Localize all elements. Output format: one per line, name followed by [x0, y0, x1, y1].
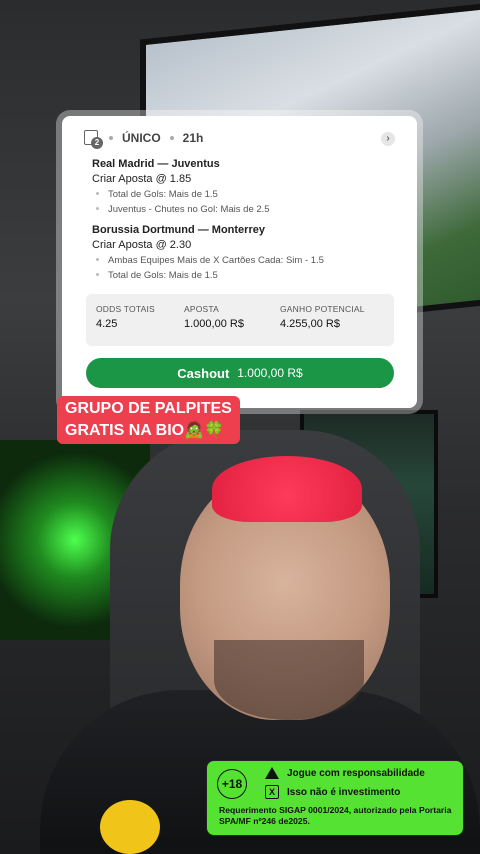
promo-banner: GRUPO DE PALPITES GRATIS NA BIO🧟🍀 — [57, 396, 240, 444]
cashout-label: Cashout — [177, 365, 230, 381]
match-title: Borussia Dortmund — Monterrey — [92, 224, 265, 236]
selection: Total de Gols: Mais de 1.5 — [92, 189, 270, 200]
selection: Ambas Equipes Mais de X Cartões Cada: Si… — [92, 255, 324, 266]
bet-slip-header: 2 ÚNICO 21h — [84, 130, 204, 149]
cashout-button[interactable]: Cashout 1.000,00 R$ — [86, 358, 394, 388]
ticket-icon: 2 — [84, 130, 103, 149]
ticket-count: 2 — [91, 137, 103, 149]
bet-type: ÚNICO — [122, 131, 161, 145]
investment-row: X Isso não é investimento — [265, 785, 400, 799]
payout-value: 4.255,00 R$ — [280, 318, 340, 330]
time-ago: 21h — [182, 131, 204, 145]
promo-line-2: GRATIS NA BIO🧟🍀 — [65, 422, 224, 439]
odds-total: ODDS TOTAIS 4.25 — [96, 304, 155, 330]
odds-label: ODDS TOTAIS — [96, 304, 155, 314]
investment-text: Isso não é investimento — [287, 786, 401, 798]
legal-disclaimer: +18 Jogue com responsabilidade X Isso nã… — [206, 760, 464, 836]
legal-note: Requerimento SIGAP 0001/2024, autorizado… — [219, 805, 452, 826]
shirt-badge — [100, 800, 160, 854]
payout-label: GANHO POTENCIAL — [280, 304, 365, 314]
beard — [214, 640, 364, 720]
match-market: Criar Aposta @ 2.30 — [92, 239, 192, 251]
potential-payout: GANHO POTENCIAL 4.255,00 R$ — [280, 304, 365, 330]
stake-value: 1.000,00 R$ — [184, 318, 244, 330]
selection: Juventus - Chutes no Gol: Mais de 2.5 — [92, 204, 270, 215]
separator-dot — [109, 136, 113, 140]
x-box-icon: X — [265, 785, 279, 799]
match-title: Real Madrid — Juventus — [92, 158, 220, 170]
match-market: Criar Aposta @ 1.85 — [92, 173, 192, 185]
selection: Total de Gols: Mais de 1.5 — [92, 270, 324, 281]
red-hair — [212, 456, 362, 522]
match-block: Borussia Dortmund — Monterrey Criar Apos… — [92, 224, 324, 281]
stake: APOSTA 1.000,00 R$ — [184, 304, 244, 330]
cashout-amount: 1.000,00 R$ — [237, 366, 303, 380]
responsible-text: Jogue com responsabilidade — [287, 767, 425, 779]
warning-icon — [265, 767, 279, 779]
bet-summary: ODDS TOTAIS 4.25 APOSTA 1.000,00 R$ GANH… — [86, 294, 394, 346]
stake-label: APOSTA — [184, 304, 220, 314]
match-block: Real Madrid — Juventus Criar Aposta @ 1.… — [92, 158, 270, 215]
separator-dot — [169, 136, 174, 140]
promo-line-1: GRUPO DE PALPITES — [65, 400, 232, 417]
odds-value: 4.25 — [96, 318, 118, 330]
responsible-row: Jogue com responsabilidade — [265, 767, 425, 779]
chevron-right-icon[interactable]: › — [381, 132, 395, 146]
bet-slip-card: 2 ÚNICO 21h › Real Madrid — Juventus Cri… — [62, 116, 417, 408]
age-restriction-icon: +18 — [217, 769, 247, 799]
